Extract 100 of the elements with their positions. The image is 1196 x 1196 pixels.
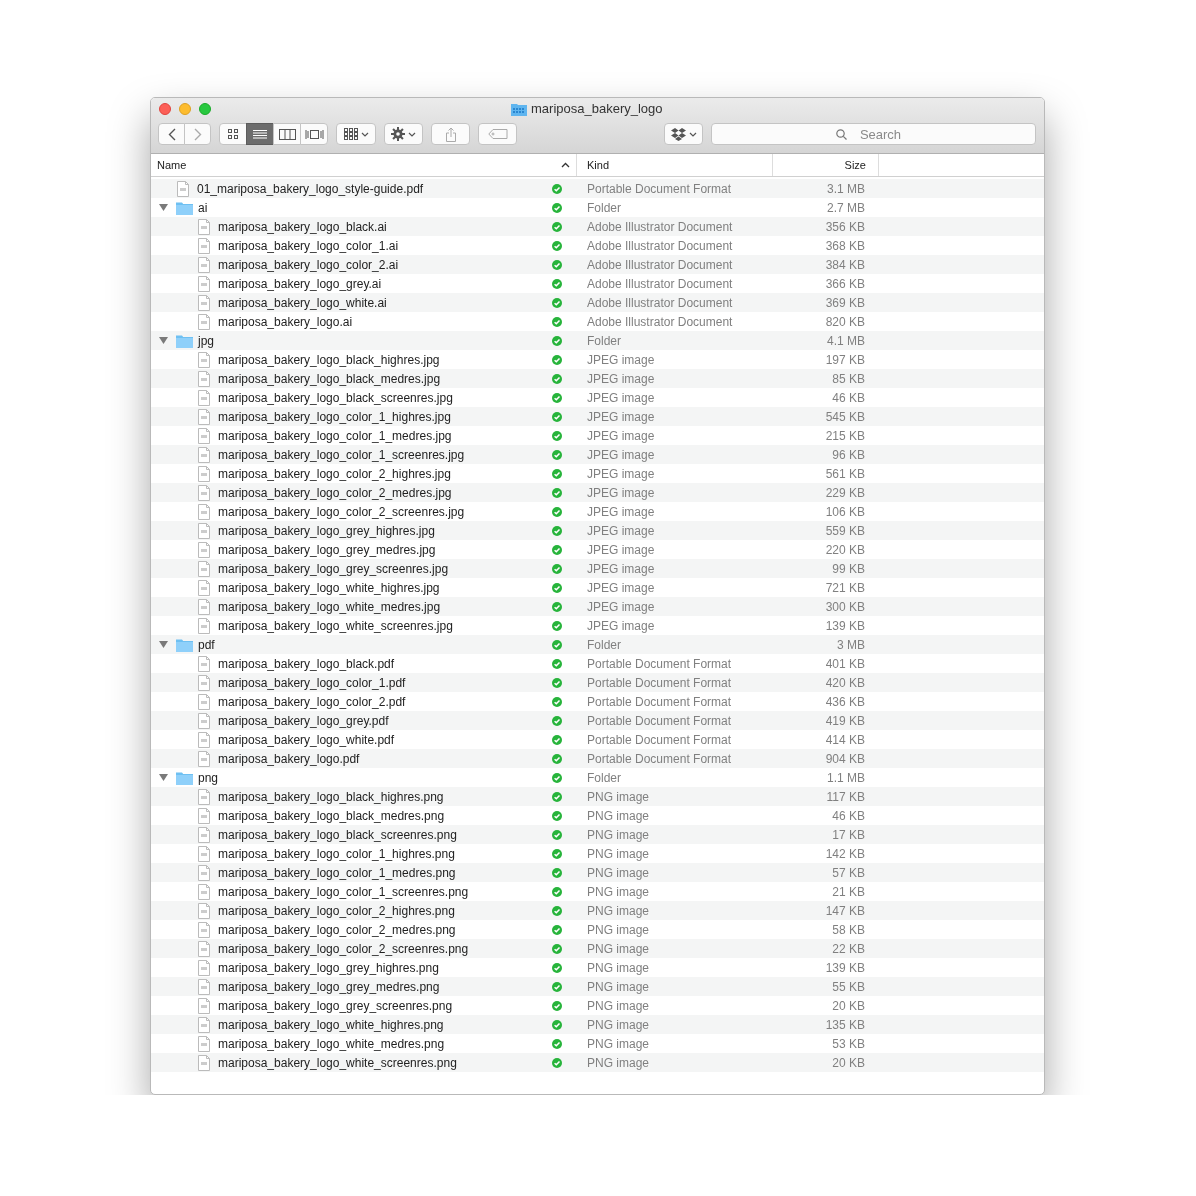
file-name[interactable]: mariposa_bakery_logo_white.pdf	[218, 730, 395, 749]
file-name[interactable]: mariposa_bakery_logo.pdf	[218, 749, 360, 768]
file-name[interactable]: mariposa_bakery_logo_color_1_medres.png	[218, 863, 456, 882]
caret-icon	[688, 131, 697, 137]
file-name[interactable]: mariposa_bakery_logo_color_1.ai	[218, 236, 399, 255]
file-name[interactable]: mariposa_bakery_logo_black.ai	[218, 217, 387, 236]
file-name[interactable]: mariposa_bakery_logo_white_highres.png	[218, 1015, 444, 1034]
file-name[interactable]: mariposa_bakery_logo.ai	[218, 312, 353, 331]
file-name[interactable]: mariposa_bakery_logo_grey_screenres.jpg	[218, 559, 449, 578]
share-button[interactable]	[431, 123, 470, 145]
size-cell-text: 2.7 MB	[826, 199, 865, 217]
file-name[interactable]: mariposa_bakery_logo_color_2_screenres.png	[218, 939, 469, 958]
folder-icon	[176, 200, 193, 215]
file-name[interactable]: mariposa_bakery_logo_grey_medres.png	[218, 977, 440, 996]
file-name[interactable]: 01_mariposa_bakery_logo_style-guide.pdf	[197, 179, 424, 198]
disclosure-triangle[interactable]	[159, 773, 168, 782]
file-name[interactable]: mariposa_bakery_logo_white.ai	[218, 293, 387, 312]
size-cell-text: 99 KB	[831, 560, 865, 578]
column-header[interactable]: Size	[773, 154, 879, 176]
kind-cell-text: Adobe Illustrator Document	[586, 294, 734, 312]
column-header[interactable]: Kind	[577, 154, 773, 176]
settings-button[interactable]	[384, 123, 423, 145]
file-name[interactable]: mariposa_bakery_logo_grey_screenres.png	[218, 996, 453, 1015]
grid-icon	[343, 128, 358, 140]
kind-cell-text: JPEG image	[586, 370, 656, 388]
size-cell-text: 420 KB	[824, 674, 865, 692]
file-name[interactable]: mariposa_bakery_logo_color_1_screenres.jpg	[218, 445, 465, 464]
kind-cell-text: PNG image	[586, 921, 651, 939]
kind-cell-text: Portable Document Format	[586, 731, 733, 749]
disclosure-triangle[interactable]	[159, 336, 168, 345]
file-name[interactable]: mariposa_bakery_logo_color_1_highres.jpg	[218, 407, 451, 426]
kind-cell-text: PNG image	[586, 807, 651, 825]
file-name[interactable]: mariposa_bakery_logo_white_screenres.jpg	[218, 616, 453, 635]
search-icon	[836, 129, 847, 140]
kind-cell-text: PNG image	[586, 845, 651, 863]
size-cell-text: 142 KB	[824, 845, 865, 863]
kind-cell-text: Folder	[586, 636, 622, 654]
kind-cell-text: JPEG image	[586, 389, 656, 407]
file-name[interactable]: mariposa_bakery_logo_color_2.pdf	[218, 692, 406, 711]
file-name[interactable]: mariposa_bakery_logo_color_2_screenres.jpg	[218, 502, 465, 521]
size-cell-text: 401 KB	[824, 655, 865, 673]
disclosure-triangle[interactable]	[159, 203, 168, 212]
folder-name[interactable]: pdf	[198, 635, 215, 654]
back-button[interactable]	[158, 123, 185, 145]
columns-icon	[278, 128, 296, 140]
file-name[interactable]: mariposa_bakery_logo_black_screenres.png	[218, 825, 457, 844]
file-name[interactable]: mariposa_bakery_logo_black_highres.jpg	[218, 350, 440, 369]
folder-name[interactable]: jpg	[198, 331, 214, 350]
disclosure-triangle[interactable]	[159, 640, 168, 649]
folder-name[interactable]: png	[198, 768, 219, 787]
size-cell-text: 139 KB	[824, 959, 865, 977]
tag-button[interactable]	[478, 123, 517, 145]
file-name[interactable]: mariposa_bakery_logo_black.pdf	[218, 654, 395, 673]
file-name[interactable]: mariposa_bakery_logo_color_1.pdf	[218, 673, 406, 692]
file-name[interactable]: mariposa_bakery_logo_color_1_medres.jpg	[218, 426, 452, 445]
file-name[interactable]: mariposa_bakery_logo_grey_highres.jpg	[218, 521, 435, 540]
file-name[interactable]: mariposa_bakery_logo_color_2_medres.jpg	[218, 483, 452, 502]
file-name[interactable]: mariposa_bakery_logo_color_1_screenres.png	[218, 882, 469, 901]
file-name[interactable]: mariposa_bakery_logo_color_2.ai	[218, 255, 399, 274]
file-name[interactable]: mariposa_bakery_logo_grey.ai	[218, 274, 382, 293]
search-field[interactable]: Search	[711, 123, 1036, 145]
size-cell-text: 46 KB	[831, 389, 865, 407]
file-name[interactable]: mariposa_bakery_logo_grey_medres.jpg	[218, 540, 436, 559]
file-name[interactable]: mariposa_bakery_logo_white_highres.jpg	[218, 578, 440, 597]
folder-icon	[176, 637, 193, 652]
file-name[interactable]: mariposa_bakery_logo_white_medres.png	[218, 1034, 445, 1053]
size-cell-text: 300 KB	[824, 598, 865, 616]
size-cell-text: 220 KB	[824, 541, 865, 559]
file-name[interactable]: mariposa_bakery_logo_black_highres.png	[218, 787, 444, 806]
file-name[interactable]: mariposa_bakery_logo_white_screenres.png	[218, 1053, 457, 1072]
chevron-left-icon	[167, 127, 176, 141]
caret-icon	[360, 131, 369, 137]
kind-cell-text: PNG image	[586, 997, 651, 1015]
size-cell-text: 139 KB	[824, 617, 865, 635]
close-button[interactable]	[159, 103, 171, 115]
column-view-button[interactable]	[273, 123, 301, 145]
zoom-button[interactable]	[199, 103, 211, 115]
list-view-button[interactable]	[246, 123, 274, 145]
file-name[interactable]: mariposa_bakery_logo_black_screenres.jpg	[218, 388, 453, 407]
arrange-button[interactable]	[336, 123, 376, 145]
file-name[interactable]: mariposa_bakery_logo_grey.pdf	[218, 711, 389, 730]
icon-view-button[interactable]	[219, 123, 247, 145]
file-name[interactable]: mariposa_bakery_logo_color_2_highres.png	[218, 901, 455, 920]
grid-icon	[227, 128, 239, 140]
folder-icon	[176, 333, 193, 348]
size-cell-text: 96 KB	[831, 446, 865, 464]
column-header[interactable]: Name	[151, 154, 577, 176]
file-name[interactable]: mariposa_bakery_logo_grey_highres.png	[218, 958, 439, 977]
cover-flow-button[interactable]	[300, 123, 328, 145]
file-name[interactable]: mariposa_bakery_logo_black_medres.png	[218, 806, 445, 825]
file-name[interactable]: mariposa_bakery_logo_white_medres.jpg	[218, 597, 441, 616]
kind-cell-text: JPEG image	[586, 598, 656, 616]
file-name[interactable]: mariposa_bakery_logo_color_2_highres.jpg	[218, 464, 451, 483]
file-name[interactable]: mariposa_bakery_logo_color_1_highres.png	[218, 844, 455, 863]
file-name[interactable]: mariposa_bakery_logo_color_2_medres.png	[218, 920, 456, 939]
folder-name[interactable]: ai	[198, 198, 208, 217]
kind-cell-text: Folder	[586, 769, 622, 787]
kind-cell-text: JPEG image	[586, 351, 656, 369]
file-name[interactable]: mariposa_bakery_logo_black_medres.jpg	[218, 369, 441, 388]
dropbox-button[interactable]	[664, 123, 703, 145]
